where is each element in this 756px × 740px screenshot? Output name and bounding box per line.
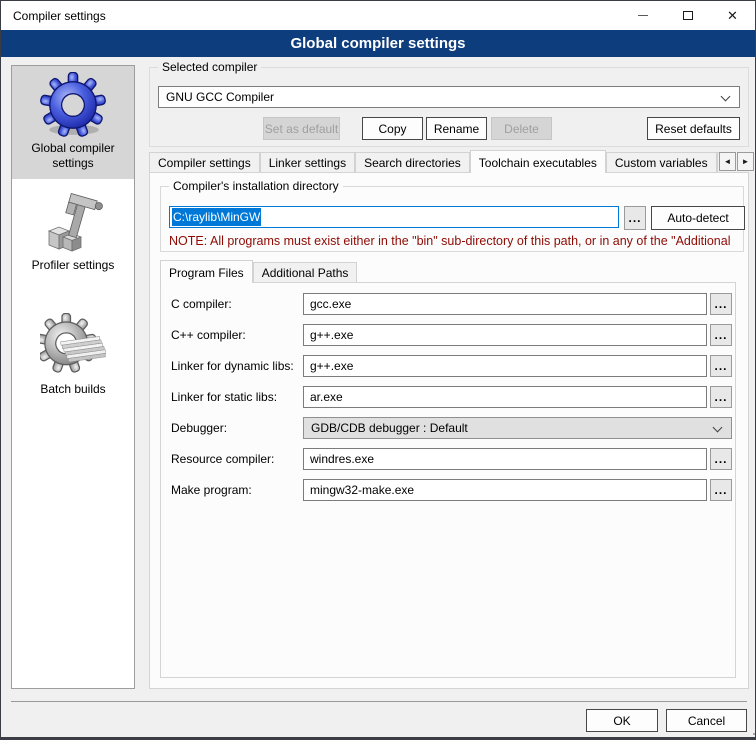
- window-controls: ✕: [620, 1, 755, 30]
- set-as-default-button[interactable]: Set as default: [263, 117, 340, 140]
- close-button[interactable]: ✕: [710, 1, 755, 30]
- tab-linker-settings[interactable]: Linker settings: [260, 152, 355, 172]
- banner-title: Global compiler settings: [290, 35, 465, 52]
- cpp-compiler-browse-button[interactable]: ...: [710, 324, 732, 346]
- installation-directory-group: Compiler's installation directory C:\ray…: [160, 186, 744, 252]
- make-program-browse-button[interactable]: ...: [710, 479, 732, 501]
- resize-grip[interactable]: [749, 729, 751, 731]
- c-compiler-row: C compiler: ...: [161, 293, 735, 315]
- static-linker-browse-button[interactable]: ...: [710, 386, 732, 408]
- tab-toolchain-executables[interactable]: Toolchain executables: [470, 150, 606, 173]
- blue-gear-icon: [40, 72, 106, 138]
- tab-scroll-left-button[interactable]: ◄: [719, 152, 736, 171]
- rename-button[interactable]: Rename: [426, 117, 487, 140]
- dynamic-linker-row: Linker for dynamic libs: ...: [161, 355, 735, 377]
- sidebar-item-batch-builds[interactable]: Batch builds: [12, 307, 134, 405]
- make-program-row: Make program: ...: [161, 479, 735, 501]
- dialog-banner: Global compiler settings: [1, 30, 755, 57]
- sidebar-item-profiler-settings[interactable]: Profiler settings: [12, 185, 134, 281]
- toolchain-executables-pane: Compiler's installation directory C:\ray…: [149, 172, 749, 689]
- directory-browse-button[interactable]: ...: [624, 206, 646, 230]
- debugger-select-value: GDB/CDB debugger : Default: [311, 421, 468, 435]
- maximize-icon: [683, 11, 693, 20]
- ok-button[interactable]: OK: [586, 709, 658, 732]
- c-compiler-browse-button[interactable]: ...: [710, 293, 732, 315]
- installation-directory-input[interactable]: C:\raylib\MinGW: [169, 206, 619, 228]
- gray-gear-stack-icon: [40, 313, 106, 379]
- tab-scroll-buttons: ◄ ►: [719, 152, 754, 171]
- auto-detect-button[interactable]: Auto-detect: [651, 206, 745, 230]
- c-compiler-label: C compiler:: [171, 297, 232, 311]
- minimize-button[interactable]: [620, 1, 665, 30]
- dynamic-linker-label: Linker for dynamic libs:: [171, 359, 294, 373]
- sidebar-item-label: Global compiler settings: [16, 141, 130, 171]
- tab-scroll-right-button[interactable]: ►: [737, 152, 754, 171]
- copy-button[interactable]: Copy: [362, 117, 423, 140]
- debugger-row: Debugger: GDB/CDB debugger : Default: [161, 417, 735, 439]
- minimize-icon: [638, 15, 648, 16]
- resource-compiler-browse-button[interactable]: ...: [710, 448, 732, 470]
- make-program-input[interactable]: [303, 479, 707, 501]
- tab-custom-variables[interactable]: Custom variables: [606, 152, 717, 172]
- settings-category-list: Global compiler settings: [11, 65, 135, 689]
- arrow-left-icon: ◄: [724, 157, 732, 166]
- dynamic-linker-browse-button[interactable]: ...: [710, 355, 732, 377]
- installation-directory-value: C:\raylib\MinGW: [172, 208, 261, 226]
- compiler-tabs: Compiler settings Linker settings Search…: [149, 150, 719, 173]
- sidebar-item-label: Batch builds: [40, 382, 105, 397]
- static-linker-label: Linker for static libs:: [171, 390, 277, 404]
- installation-directory-group-label: Compiler's installation directory: [169, 179, 343, 193]
- caliper-icon: [41, 191, 105, 255]
- static-linker-row: Linker for static libs: ...: [161, 386, 735, 408]
- resource-compiler-row: Resource compiler: ...: [161, 448, 735, 470]
- tab-search-directories[interactable]: Search directories: [355, 152, 470, 172]
- reset-defaults-button[interactable]: Reset defaults: [647, 117, 740, 140]
- static-linker-input[interactable]: [303, 386, 707, 408]
- cpp-compiler-label: C++ compiler:: [171, 328, 246, 342]
- tab-program-files[interactable]: Program Files: [160, 260, 253, 283]
- sidebar-item-label: Profiler settings: [32, 258, 115, 273]
- dynamic-linker-input[interactable]: [303, 355, 707, 377]
- tab-additional-paths[interactable]: Additional Paths: [253, 262, 358, 282]
- compiler-select[interactable]: GNU GCC Compiler: [158, 86, 740, 108]
- cpp-compiler-input[interactable]: [303, 324, 707, 346]
- title-bar[interactable]: Compiler settings ✕: [1, 1, 755, 30]
- compiler-select-value: GNU GCC Compiler: [166, 90, 274, 104]
- make-program-label: Make program:: [171, 483, 252, 497]
- cpp-compiler-row: C++ compiler: ...: [161, 324, 735, 346]
- arrow-right-icon: ►: [742, 157, 750, 166]
- footer-divider: [11, 701, 747, 702]
- program-files-pane: C compiler: ... C++ compiler: ... Linker…: [160, 282, 736, 678]
- window-title: Compiler settings: [13, 9, 106, 23]
- debugger-label: Debugger:: [171, 421, 227, 435]
- maximize-button[interactable]: [665, 1, 710, 30]
- chevron-down-icon: [713, 423, 723, 433]
- bin-subdirectory-note: NOTE: All programs must exist either in …: [169, 234, 741, 248]
- toolchain-subtabs: Program Files Additional Paths: [160, 260, 736, 283]
- debugger-select[interactable]: GDB/CDB debugger : Default: [303, 417, 732, 439]
- chevron-down-icon: [721, 92, 731, 102]
- close-icon: ✕: [727, 9, 738, 22]
- delete-button[interactable]: Delete: [491, 117, 552, 140]
- sidebar-item-global-compiler-settings[interactable]: Global compiler settings: [12, 66, 134, 179]
- resource-compiler-label: Resource compiler:: [171, 452, 274, 466]
- selected-compiler-group-label: Selected compiler: [158, 60, 261, 74]
- compiler-settings-window: Compiler settings ✕ Global compiler sett…: [0, 0, 756, 740]
- c-compiler-input[interactable]: [303, 293, 707, 315]
- resource-compiler-input[interactable]: [303, 448, 707, 470]
- tab-compiler-settings[interactable]: Compiler settings: [149, 152, 260, 172]
- cancel-button[interactable]: Cancel: [666, 709, 747, 732]
- selected-compiler-group: Selected compiler GNU GCC Compiler Set a…: [149, 67, 749, 147]
